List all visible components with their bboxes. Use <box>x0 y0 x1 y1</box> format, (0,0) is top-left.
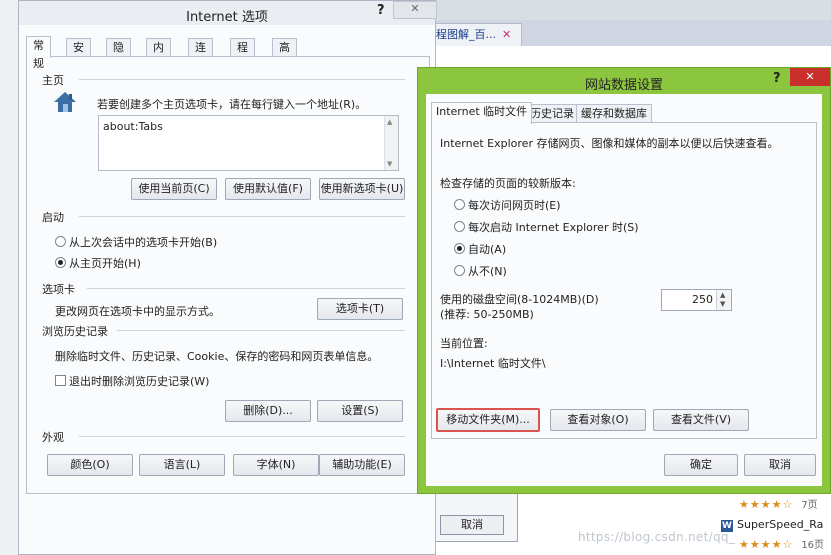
sub-dialog-title: 网站数据设置 <box>584 78 663 93</box>
disk-space-recommendation: (推荐: 50-250MB) <box>440 308 534 321</box>
fonts-button[interactable]: 字体(N) <box>233 454 319 476</box>
tab-caches-databases[interactable]: 缓存和数据库 <box>576 104 652 123</box>
delete-history-button[interactable]: 删除(D)... <box>225 400 311 422</box>
use-new-tab-button[interactable]: 使用新选项卡(U) <box>319 178 405 200</box>
browser-tab[interactable]: 程图解_百... ✕ <box>429 23 523 46</box>
page-count: 16页 <box>801 540 825 551</box>
startup-home-radio[interactable] <box>55 257 66 268</box>
browser-tab-title: 程图解_百... <box>436 28 496 41</box>
doc-title: SuperSpeed_Ra <box>737 518 824 531</box>
stepper-arrows[interactable]: ▲ ▼ <box>716 290 731 310</box>
internet-options-dialog: Internet 选项 ? ✕ 常规 安全 隐私 内容 连接 程序 高级 主页 … <box>18 0 437 555</box>
check-newer-label: 检查存储的页面的较新版本: <box>440 177 576 190</box>
background-left-strip <box>0 0 19 555</box>
tabs-description: 更改网页在选项卡中的显示方式。 <box>55 305 220 318</box>
home-page-icon <box>54 92 76 112</box>
home-section-title: 主页 <box>42 74 64 87</box>
check-automatic-label: 自动(A) <box>468 243 507 256</box>
colors-button[interactable]: 颜色(O) <box>47 454 133 476</box>
languages-button[interactable]: 语言(L) <box>139 454 225 476</box>
textarea-scrollbar[interactable]: ▲ ▼ <box>384 116 398 170</box>
move-folder-button[interactable]: 移动文件夹(M)... <box>436 408 540 432</box>
rating-row-2: ★★★★☆ 16页 <box>739 536 824 551</box>
home-page-value: about:Tabs <box>103 120 163 133</box>
check-automatic-radio[interactable] <box>454 243 465 254</box>
watermark: https://blog.csdn.net/qq_ <box>578 530 736 544</box>
home-hint: 若要创建多个主页选项卡，请在每行键入一个地址(R)。 <box>97 98 367 111</box>
divider <box>79 216 405 217</box>
check-every-start-label: 每次启动 Internet Explorer 时(S) <box>468 221 639 234</box>
divider <box>117 330 405 331</box>
delete-on-exit-label: 退出时删除浏览历史记录(W) <box>69 375 210 388</box>
delete-on-exit-checkbox[interactable] <box>55 375 66 386</box>
background-doc-list: ★★★★☆ 7页 W SuperSpeed_Ra ★★★★☆ 16页 <box>721 492 831 555</box>
current-location-label: 当前位置: <box>440 337 488 350</box>
view-files-button[interactable]: 查看文件(V) <box>653 409 749 431</box>
home-page-textarea[interactable]: about:Tabs ▲ ▼ <box>98 115 399 171</box>
dialog-title: Internet 选项 <box>186 10 268 25</box>
background-cancel-button[interactable]: 取消 <box>440 515 504 535</box>
tab-content[interactable]: 内容 <box>146 38 171 72</box>
history-description: 删除临时文件、历史记录、Cookie、保存的密码和网页表单信息。 <box>55 350 379 363</box>
rating-stars: ★★★★☆ <box>739 538 794 551</box>
check-every-start-radio[interactable] <box>454 221 465 232</box>
startup-last-session-label: 从上次会话中的选项卡开始(B) <box>69 236 218 249</box>
general-tab-panel: 主页 若要创建多个主页选项卡，请在每行键入一个地址(R)。 about:Tabs… <box>26 56 430 494</box>
accessibility-button[interactable]: 辅助功能(E) <box>319 454 405 476</box>
history-settings-button[interactable]: 设置(S) <box>317 400 403 422</box>
close-icon[interactable]: ✕ <box>393 1 437 19</box>
divider <box>79 436 405 437</box>
tabs-settings-button[interactable]: 选项卡(T) <box>317 298 403 320</box>
startup-section-title: 启动 <box>42 211 64 224</box>
page-count: 7页 <box>801 500 818 511</box>
ok-button[interactable]: 确定 <box>664 454 738 476</box>
tab-history[interactable]: 历史记录 <box>525 104 579 123</box>
dialog-title-bar[interactable]: Internet 选项 ? ✕ <box>19 1 437 25</box>
divider <box>79 79 405 80</box>
website-data-settings-dialog: 网站数据设置 ? ✕ Internet 临时文件 历史记录 缓存和数据库 Int… <box>417 67 831 494</box>
temporary-files-panel: Internet Explorer 存储网页、图像和媒体的副本以便以后快速查看。… <box>431 122 817 439</box>
sub-dialog-body: Internet 临时文件 历史记录 缓存和数据库 Internet Explo… <box>426 94 822 486</box>
tab-close-icon[interactable]: ✕ <box>502 28 511 41</box>
use-current-page-button[interactable]: 使用当前页(C) <box>131 178 217 200</box>
disk-space-value: 250 <box>692 293 713 306</box>
appearance-section-title: 外观 <box>42 431 64 444</box>
sub-dialog-title-bar[interactable]: 网站数据设置 ? ✕ <box>418 68 830 94</box>
check-every-visit-radio[interactable] <box>454 199 465 210</box>
temp-files-description: Internet Explorer 存储网页、图像和媒体的副本以便以后快速查看。 <box>440 137 779 150</box>
tab-privacy[interactable]: 隐私 <box>106 38 131 72</box>
cancel-button[interactable]: 取消 <box>744 454 816 476</box>
rating-row-1: ★★★★☆ 7页 <box>739 496 818 511</box>
tab-general[interactable]: 常规 <box>26 36 51 70</box>
scroll-down-icon[interactable]: ▼ <box>387 160 392 168</box>
history-section-title: 浏览历史记录 <box>42 325 108 338</box>
check-never-label: 从不(N) <box>468 265 507 278</box>
tab-programs[interactable]: 程序 <box>230 38 255 72</box>
tab-security[interactable]: 安全 <box>66 38 91 72</box>
disk-space-label: 使用的磁盘空间(8-1024MB)(D) <box>440 293 599 306</box>
tab-connections[interactable]: 连接 <box>188 38 213 72</box>
stepper-down-icon[interactable]: ▼ <box>720 300 725 308</box>
rating-stars: ★★★★☆ <box>739 498 794 511</box>
check-never-radio[interactable] <box>454 265 465 276</box>
current-location-value: I:\Internet 临时文件\ <box>440 357 546 370</box>
view-objects-button[interactable]: 查看对象(O) <box>550 409 646 431</box>
doc-link[interactable]: W SuperSpeed_Ra <box>721 518 823 532</box>
use-default-button[interactable]: 使用默认值(F) <box>225 178 311 200</box>
divider <box>87 288 405 289</box>
startup-last-session-radio[interactable] <box>55 236 66 247</box>
check-every-visit-label: 每次访问网页时(E) <box>468 199 561 212</box>
startup-home-label: 从主页开始(H) <box>69 257 141 270</box>
close-icon[interactable]: ✕ <box>790 68 830 86</box>
disk-space-stepper[interactable]: 250 ▲ ▼ <box>661 289 732 311</box>
stepper-up-icon[interactable]: ▲ <box>720 291 725 299</box>
help-icon[interactable]: ? <box>773 71 781 86</box>
tab-temporary-files[interactable]: Internet 临时文件 <box>431 102 533 124</box>
tabs-section-title: 选项卡 <box>42 283 75 296</box>
tab-advanced[interactable]: 高级 <box>272 38 297 72</box>
scroll-up-icon[interactable]: ▲ <box>387 118 392 126</box>
help-icon[interactable]: ? <box>377 3 385 18</box>
browser-tab-strip: 程图解_百... ✕ <box>429 20 831 47</box>
